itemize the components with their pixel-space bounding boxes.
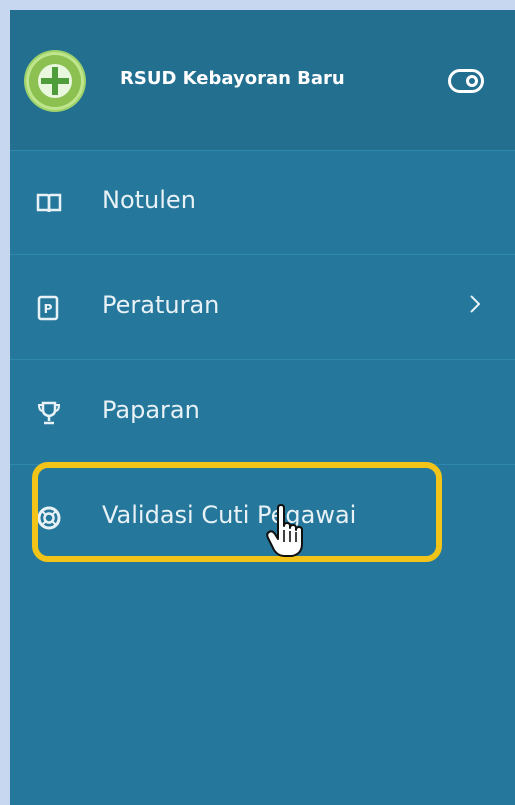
svg-text:P: P bbox=[44, 302, 53, 316]
chevron-right-icon bbox=[468, 293, 482, 321]
book-icon bbox=[36, 190, 62, 216]
logo-cross-horizontal bbox=[41, 78, 69, 84]
sidebar-item-peraturan[interactable]: P Peraturan bbox=[10, 255, 515, 360]
app-name: RSUD Kebayoran Baru bbox=[120, 68, 345, 89]
hospital-logo[interactable] bbox=[26, 52, 84, 110]
trophy-icon bbox=[36, 400, 62, 426]
toggle-knob-icon bbox=[466, 75, 478, 87]
sidebar-header: RSUD Kebayoran Baru bbox=[10, 10, 515, 151]
sidebar-panel: RSUD Kebayoran Baru Notulen P Peraturan bbox=[10, 10, 515, 805]
hand-pointer-cursor-icon bbox=[266, 504, 306, 560]
sidebar-item-label: Notulen bbox=[102, 186, 196, 214]
document-p-icon: P bbox=[36, 295, 62, 321]
sidebar-item-label: Peraturan bbox=[102, 291, 220, 319]
sidebar-item-notulen[interactable]: Notulen bbox=[10, 150, 515, 255]
sidebar-item-label: Paparan bbox=[102, 396, 200, 424]
sidebar-toggle-button[interactable] bbox=[448, 69, 484, 93]
sidebar-item-paparan[interactable]: Paparan bbox=[10, 360, 515, 465]
highlight-box bbox=[32, 462, 442, 562]
